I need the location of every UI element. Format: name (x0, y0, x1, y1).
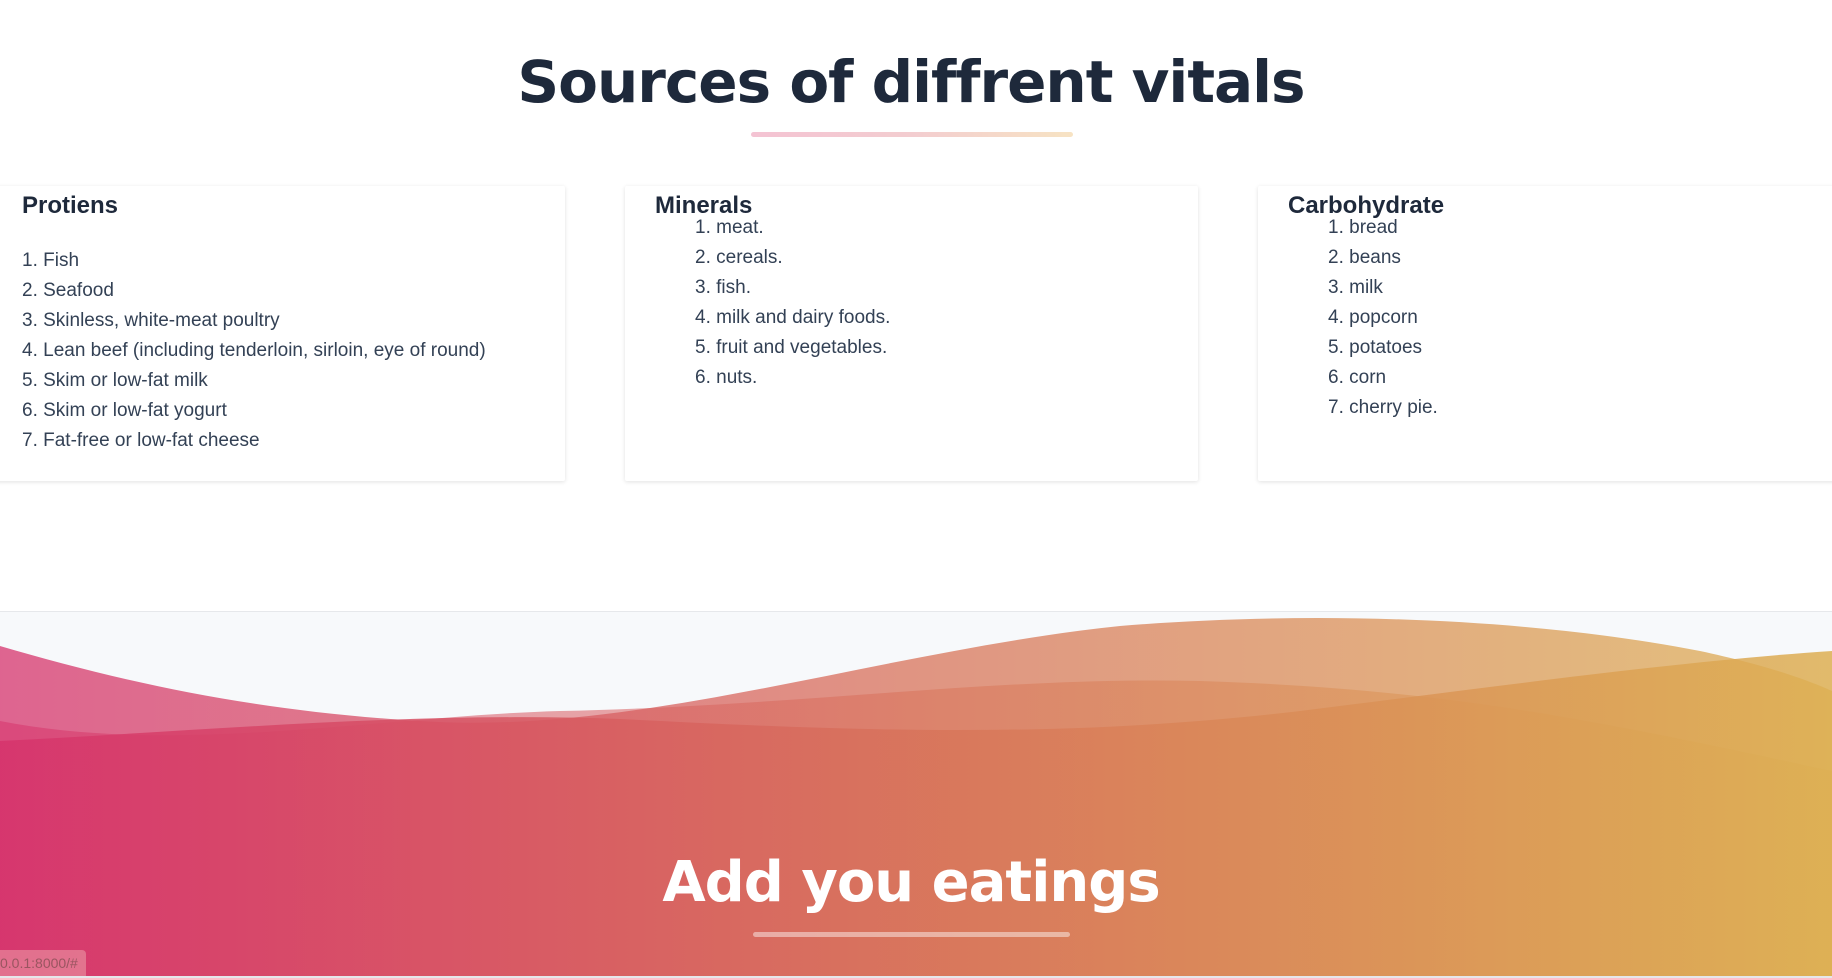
list-item: 7. Fat-free or low-fat cheese (22, 430, 260, 451)
carbohydrate-list: 1. bread 2. beans 3. milk 4. popcorn 5. … (1328, 213, 1438, 423)
card-minerals: Minerals 1. meat. 2. cereals. 3. fish. 4… (625, 186, 1198, 481)
list-item: 1. Fish (22, 250, 80, 271)
list-item: 2. cereals. (695, 247, 783, 268)
protiens-list: 1. Fish 2. Seafood 3. Skinless, white-me… (22, 246, 486, 456)
list-item: 4. milk and dairy foods. (695, 307, 891, 328)
page: Sources of diffrent vitals Protiens 1. F… (0, 0, 1832, 978)
title-underline (751, 132, 1073, 137)
list-item: 3. fish. (695, 277, 751, 298)
section-title: Sources of diffrent vitals (517, 48, 1305, 116)
list-item: 6. Skim or low-fat yogurt (22, 400, 227, 421)
list-item: 2. Seafood (22, 280, 114, 301)
list-item: 5. Skim or low-fat milk (22, 370, 208, 391)
footer-title: Add you eatings (662, 850, 1160, 915)
list-item: 1. meat. (695, 217, 764, 238)
list-item: 7. cherry pie. (1328, 397, 1438, 418)
card-carbohydrate: Carbohydrate 1. bread 2. beans 3. milk 4… (1258, 186, 1832, 481)
list-item: 1. bread (1328, 217, 1398, 238)
list-item: 6. nuts. (695, 367, 758, 388)
card-title: Protiens (22, 192, 119, 219)
list-item: 3. Skinless, white-meat poultry (22, 310, 280, 331)
minerals-list: 1. meat. 2. cereals. 3. fish. 4. milk an… (695, 213, 890, 393)
list-item: 4. Lean beef (including tenderloin, sirl… (22, 340, 486, 361)
footer-title-underline (753, 932, 1070, 937)
list-item: 5. fruit and vegetables. (695, 337, 888, 358)
list-item: 4. popcorn (1328, 307, 1418, 328)
card-protiens: Protiens 1. Fish 2. Seafood 3. Skinless,… (0, 186, 565, 481)
list-item: 2. beans (1328, 247, 1401, 268)
gradient-wave-background (0, 618, 1832, 978)
status-bar-url: 0.0.1:8000/# (0, 950, 86, 976)
list-item: 3. milk (1328, 277, 1383, 298)
list-item: 6. corn (1328, 367, 1387, 388)
list-item: 5. potatoes (1328, 337, 1423, 358)
